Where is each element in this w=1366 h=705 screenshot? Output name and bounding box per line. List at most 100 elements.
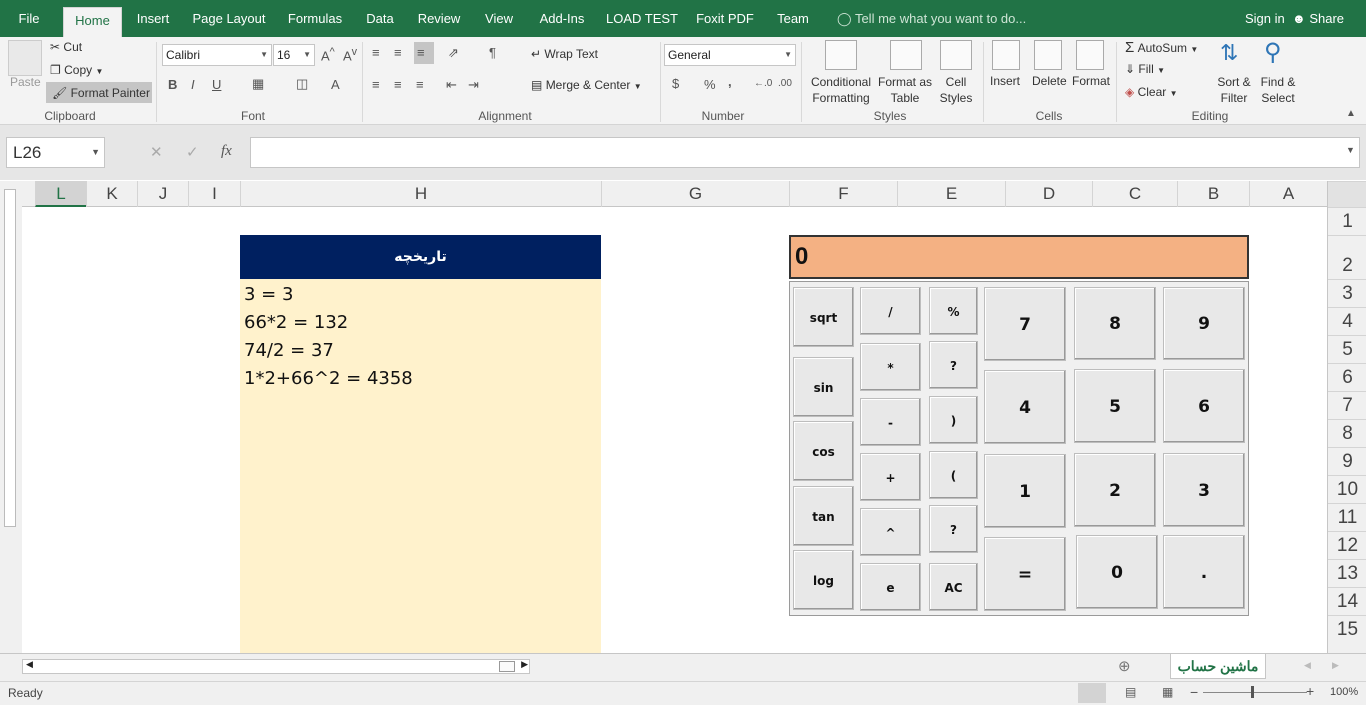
row-header[interactable]: 12	[1328, 531, 1366, 559]
conditional-formatting-button[interactable]: Conditional Formatting	[809, 74, 873, 106]
tab-home[interactable]: Home	[63, 7, 122, 37]
row-header[interactable]: 15	[1328, 615, 1366, 643]
clear-button[interactable]: ◈ Clear ▼	[1125, 85, 1178, 99]
paste-button[interactable]: Paste	[10, 75, 41, 89]
tab-team[interactable]: Team	[772, 0, 814, 37]
borders-icon[interactable]: ▦	[252, 76, 264, 92]
expand-formula-icon[interactable]: ▼	[1346, 145, 1355, 155]
share-button[interactable]: ☻ Share	[1292, 0, 1344, 37]
decrease-decimal-icon[interactable]: .00	[778, 78, 792, 89]
column-header[interactable]: K	[86, 181, 137, 207]
digit-9-button[interactable]: 9	[1163, 287, 1245, 360]
close-paren-button[interactable]: )	[929, 396, 978, 444]
decimal-point-button[interactable]: .	[1163, 535, 1245, 609]
column-header[interactable]: E	[897, 181, 1005, 207]
digit-7-button[interactable]: 7	[984, 287, 1066, 361]
align-middle-icon[interactable]: ≡	[394, 45, 402, 60]
format-painter-button[interactable]: 🖌 Format Painter	[46, 82, 152, 103]
copy-button[interactable]: ❐ Copy ▼	[50, 63, 103, 77]
merge-center-button[interactable]: ▤ Merge & Center ▼	[531, 78, 642, 92]
digit-3-button[interactable]: 3	[1163, 453, 1245, 527]
sin-button[interactable]: sin	[793, 357, 854, 417]
underline-button[interactable]: U	[212, 77, 221, 92]
row-header[interactable]: 2	[1328, 235, 1366, 279]
collapse-ribbon-icon[interactable]: ▲	[1346, 108, 1356, 119]
scroll-right-icon[interactable]: ▶	[521, 659, 528, 670]
sheet-tab-active[interactable]: ماشین حساب	[1170, 654, 1266, 679]
tab-formulas[interactable]: Formulas	[284, 0, 346, 37]
page-break-view-icon[interactable]: ▦	[1162, 685, 1173, 699]
tab-insert[interactable]: Insert	[130, 0, 176, 37]
row-header[interactable]: 4	[1328, 307, 1366, 335]
column-header[interactable]: F	[789, 181, 897, 207]
enter-icon[interactable]: ✓	[186, 143, 199, 161]
insert-cells-button[interactable]: Insert	[990, 74, 1020, 88]
fill-button[interactable]: ⇓ Fill ▼	[1125, 62, 1165, 76]
formula-input[interactable]	[250, 137, 1360, 168]
cos-button[interactable]: cos	[793, 421, 854, 481]
plus-button[interactable]: +	[860, 453, 921, 501]
column-header[interactable]: L	[35, 181, 86, 207]
tab-addins[interactable]: Add-Ins	[534, 0, 590, 37]
horizontal-scrollbar[interactable]: ▶ ◀	[22, 659, 530, 674]
column-header[interactable]: C	[1092, 181, 1177, 207]
digit-0-button[interactable]: 0	[1076, 535, 1158, 609]
zoom-level[interactable]: 100%	[1330, 686, 1358, 698]
sign-in-link[interactable]: Sign in	[1245, 0, 1285, 37]
tab-review[interactable]: Review	[414, 0, 464, 37]
normal-view-icon[interactable]	[1078, 683, 1106, 703]
percent-button[interactable]: %	[929, 287, 978, 335]
clear-all-button[interactable]: AC	[929, 563, 978, 611]
decrease-indent-icon[interactable]: ⇤	[446, 77, 457, 93]
row-header[interactable]: 11	[1328, 503, 1366, 531]
tab-foxit[interactable]: Foxit PDF	[694, 0, 756, 37]
italic-button[interactable]: I	[191, 77, 195, 92]
select-all-corner[interactable]	[1328, 181, 1366, 207]
row-header[interactable]: 8	[1328, 419, 1366, 447]
log-button[interactable]: log	[793, 550, 854, 610]
cell-styles-button[interactable]: Cell Styles	[934, 74, 978, 106]
column-header[interactable]: A	[1249, 181, 1327, 207]
history-entry[interactable]: 1*2+66^2 = 4358	[244, 368, 413, 389]
cancel-icon[interactable]: ✕	[150, 143, 163, 161]
delete-cells-button[interactable]: Delete	[1032, 74, 1067, 88]
row-header[interactable]: 1	[1328, 207, 1366, 235]
tab-data[interactable]: Data	[362, 0, 398, 37]
history-entry[interactable]: 66*2 = 132	[244, 312, 348, 333]
scroll-thumb[interactable]	[4, 189, 16, 527]
tell-me-box[interactable]: ◯ Tell me what you want to do...	[837, 0, 1026, 37]
digit-6-button[interactable]: 6	[1163, 369, 1245, 443]
next-sheet-icon[interactable]: ▶	[1332, 660, 1339, 671]
unknown-button[interactable]: ?	[929, 505, 978, 553]
rtl-icon[interactable]: ¶	[489, 45, 496, 60]
decrease-font-icon[interactable]: Av	[343, 46, 357, 63]
column-header[interactable]: D	[1005, 181, 1092, 207]
row-header[interactable]: 13	[1328, 559, 1366, 587]
sqrt-button[interactable]: sqrt	[793, 287, 854, 347]
increase-decimal-icon[interactable]: ←.0	[754, 78, 772, 89]
align-right-icon[interactable]: ≡	[416, 77, 424, 92]
column-header[interactable]: G	[601, 181, 789, 207]
align-left-icon[interactable]: ≡	[372, 77, 380, 92]
vertical-scrollbar[interactable]	[0, 181, 22, 653]
font-color-icon[interactable]: A	[331, 77, 340, 92]
align-top-icon[interactable]: ≡	[372, 45, 380, 60]
format-as-table-button[interactable]: Format as Table	[877, 74, 933, 106]
align-bottom-icon[interactable]: ≡	[414, 42, 434, 64]
column-header[interactable]: H	[240, 181, 601, 207]
zoom-thumb[interactable]	[1251, 686, 1254, 698]
wrap-text-button[interactable]: ↵ Wrap Text	[531, 47, 598, 61]
percent-button[interactable]: %	[704, 77, 716, 92]
name-box[interactable]: L26 ▼	[6, 137, 105, 168]
add-sheet-icon[interactable]: ⊕	[1118, 657, 1131, 675]
row-header[interactable]: 10	[1328, 475, 1366, 503]
equals-button[interactable]: =	[984, 537, 1066, 611]
fx-button[interactable]: fx	[221, 143, 232, 160]
scroll-left-icon[interactable]: ◀	[26, 659, 33, 670]
align-center-icon[interactable]: ≡	[394, 77, 402, 92]
zoom-out-icon[interactable]: −	[1190, 684, 1198, 700]
power-button[interactable]: ^	[860, 508, 921, 556]
history-entry[interactable]: 3 = 3	[244, 284, 293, 305]
history-entry[interactable]: 74/2 = 37	[244, 340, 334, 361]
page-layout-view-icon[interactable]: ▤	[1125, 685, 1136, 699]
